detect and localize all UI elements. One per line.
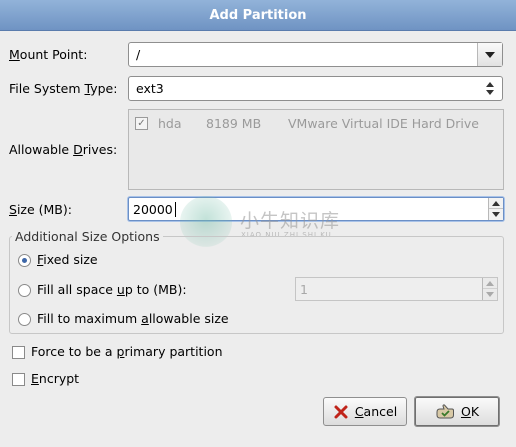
chevron-down-icon	[485, 51, 495, 58]
spin-down-button[interactable]	[489, 209, 503, 220]
spin-up-button[interactable]	[489, 198, 503, 209]
size-label: Size (MB):	[9, 202, 72, 217]
drive-size: 8189 MB	[206, 116, 262, 131]
arrow-down-icon	[492, 212, 500, 217]
fill-upto-radio[interactable]	[18, 284, 31, 297]
label-part: Allowable	[9, 142, 74, 157]
fs-type-label: File System Type:	[9, 81, 117, 96]
label-part: Fill all space	[37, 282, 117, 297]
encrypt-label[interactable]: Encrypt	[31, 371, 79, 386]
fill-upto-value[interactable]: 1	[300, 282, 308, 297]
label-mnemonic: M	[9, 47, 20, 62]
label-part: File System	[9, 81, 85, 96]
primary-partition-label[interactable]: Force to be a primary partition	[31, 344, 223, 359]
label-part: rimary partition	[124, 344, 223, 359]
fs-type-select[interactable]: ext3	[128, 76, 503, 101]
fixed-size-label[interactable]: Fixed size	[37, 252, 98, 267]
label-part: ize (MB):	[16, 202, 72, 217]
watermark-text: 小牛知识库	[240, 210, 341, 232]
label-part: ncrypt	[38, 371, 80, 386]
label-part: Fill to maximum	[37, 311, 142, 326]
drive-row-hda[interactable]: ✓ hda 8189 MB VMware Virtual IDE Hard Dr…	[129, 115, 503, 133]
dialog-title: Add Partition	[0, 0, 516, 31]
fill-upto-spinbox[interactable]: 1	[295, 277, 498, 301]
arrow-up-icon	[492, 200, 500, 206]
ok-label: OK	[460, 404, 480, 419]
primary-partition-checkbox[interactable]	[12, 346, 25, 359]
drive-name: hda	[158, 116, 182, 131]
size-spin-buttons[interactable]	[488, 198, 503, 220]
text-cursor	[175, 202, 176, 217]
fill-upto-spin-buttons[interactable]	[482, 278, 497, 300]
spin-up-button[interactable]	[483, 278, 497, 289]
label-part: ixed size	[43, 252, 98, 267]
fs-type-value: ext3	[136, 81, 164, 96]
ok-hand-icon	[436, 403, 454, 418]
label-mnemonic: D	[73, 142, 83, 157]
fs-type-select-arrows[interactable]	[478, 77, 502, 100]
cancel-x-icon	[334, 405, 348, 418]
mount-point-value[interactable]: /	[136, 47, 140, 62]
ok-button[interactable]: OK	[414, 396, 500, 427]
size-options-title: Additional Size Options	[12, 229, 163, 244]
label-part: llowable size	[148, 311, 229, 326]
label-part: rives:	[82, 142, 118, 157]
label-part: p to (MB):	[124, 282, 187, 297]
label-part: ount Point:	[19, 47, 88, 62]
label-mnemonic: E	[31, 371, 39, 386]
drive-checkbox[interactable]: ✓	[135, 117, 148, 130]
mount-point-combo[interactable]: /	[128, 42, 503, 67]
mount-point-label: Mount Point:	[9, 47, 87, 62]
drives-label: Allowable Drives:	[9, 142, 117, 157]
fill-upto-label[interactable]: Fill all space up to (MB):	[37, 282, 187, 297]
label-mnemonic: S	[9, 202, 17, 217]
arrow-down-icon	[486, 292, 494, 297]
mount-point-dropdown-button[interactable]	[477, 43, 502, 66]
label-part: Force to be a	[31, 344, 117, 359]
label-part: ype:	[90, 81, 118, 96]
arrow-up-icon	[486, 280, 494, 286]
drives-list[interactable]: ✓ hda 8189 MB VMware Virtual IDE Hard Dr…	[128, 109, 504, 190]
cancel-label: Cancel	[354, 404, 398, 419]
spin-down-button[interactable]	[483, 289, 497, 300]
cancel-button[interactable]: Cancel	[323, 397, 407, 426]
label-mnemonic: u	[116, 282, 125, 297]
fixed-size-radio[interactable]	[18, 254, 31, 267]
fill-max-radio[interactable]	[18, 313, 31, 326]
encrypt-checkbox[interactable]	[12, 373, 25, 386]
updown-arrows-icon	[486, 82, 494, 95]
label-mnemonic: a	[141, 311, 149, 326]
fill-max-label[interactable]: Fill to maximum allowable size	[37, 311, 229, 326]
drive-model: VMware Virtual IDE Hard Drive	[288, 116, 479, 131]
size-input[interactable]: 20000	[133, 202, 173, 217]
